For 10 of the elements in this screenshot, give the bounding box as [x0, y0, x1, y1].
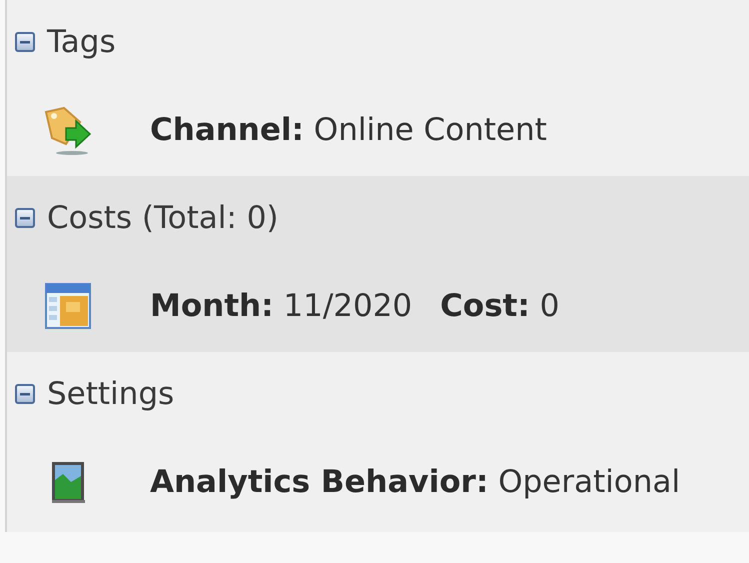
property-text: Cost: 0: [440, 288, 560, 324]
section-title: Settings: [47, 376, 174, 412]
collapse-icon[interactable]: [15, 384, 35, 404]
collapse-icon[interactable]: [15, 208, 35, 228]
collapse-icon[interactable]: [15, 32, 35, 52]
section-title: Tags: [47, 24, 116, 60]
section-title: Costs (Total: 0): [47, 200, 279, 236]
property-text: Month: 11/2020: [150, 288, 412, 324]
property-text: Analytics Behavior: Operational: [150, 464, 680, 500]
property-text: Channel: Online Content: [150, 112, 547, 148]
